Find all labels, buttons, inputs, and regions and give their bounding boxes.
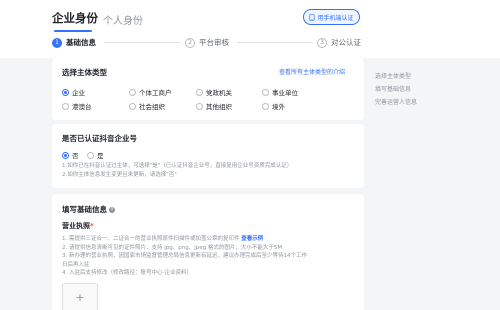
radio-party-government[interactable]: 党政机关 [196,87,232,97]
radio-label: 社会组织 [139,103,165,111]
radio-social-organization[interactable]: 社会组织 [129,101,165,111]
radio-label: 企业 [72,89,85,97]
note-line: 4. 入驻后支持修改（修改路径：账号中心-企业资料） [62,270,192,276]
radio-hk-macau-taiwan[interactable]: 港澳台 [62,101,92,111]
note-line: 2. 请提供信息清晰可见的证件照片，支持 jpg、png、jpeg 格式的图片，… [62,244,283,251]
step-label: 对公认证 [331,38,361,47]
radio-label: 港澳台 [72,103,92,111]
radio-dot [196,88,203,96]
radio-label: 个体工商户 [139,89,172,97]
radio-individual-business[interactable]: 个体工商户 [129,87,172,97]
basic-info-card: 填写基础信息 i 营业执照* 1. 需提供三证合一、二证合一的营业执照原件扫描件或… [52,194,364,310]
business-license-label: 营业执照* [62,221,94,231]
radio-label: 境外 [272,103,285,111]
note-line: 日后再入驻 [62,261,90,268]
radio-dot [62,151,69,159]
radio-dot [196,102,203,110]
side-nav-operator-info[interactable]: 完善运营人信息 [375,97,417,106]
radio-public-institution[interactable]: 事业单位 [262,87,298,97]
radio-dot [129,102,136,110]
certified-account-card: 是否已认证抖音企业号 否 是 1.如你已在抖音认证过主体，可选择"是"（已认证抖… [52,124,364,188]
radio-label: 事业单位 [272,89,298,97]
radio-dot [62,102,69,110]
side-nav-basic-info[interactable]: 填写基础信息 [375,84,411,93]
step-connector [237,42,313,43]
side-nav-subject-type[interactable]: 选择主体类型 [375,71,411,80]
radio-label: 是 [97,152,104,160]
radio-other-organization[interactable]: 其他组织 [196,101,232,111]
active-tab-indicator [54,30,92,32]
step-number: 2 [185,37,195,48]
step-number: 3 [317,37,327,48]
step-corporate-auth: 3 对公认证 [317,37,361,48]
radio-dot [262,88,269,96]
certified-account-title: 是否已认证抖音企业号 [62,134,137,143]
mobile-auth-button[interactable]: 用手机端认证 [303,9,360,25]
phone-icon [309,13,316,21]
subject-type-card: 选择主体类型 查看所有主体类型的介绍 企业 个体工商户 党政机关 事业单位 港澳… [52,58,364,120]
step-number: 1 [52,37,62,48]
radio-label: 其他组织 [206,103,232,111]
basic-info-title: 填写基础信息 i [62,204,115,215]
plus-icon: + [75,290,85,304]
step-basic-info: 1 基础信息 [52,37,96,48]
radio-dot [262,102,269,110]
view-example-link[interactable]: 查看示例 [241,236,263,242]
radio-label: 党政机关 [206,89,232,97]
radio-dot [129,88,136,96]
note-text: 1. 需提供三证合一、二证合一的营业执照原件扫描件或加盖公章的复印件 [62,236,240,242]
business-license-notes: 1. 需提供三证合一、二证合一的营业执照原件扫描件或加盖公章的复印件 查看示例 … [62,235,362,278]
basic-info-title-text: 填写基础信息 [62,205,107,214]
radio-dot [87,151,94,159]
step-label: 平台审核 [199,38,229,47]
note-line: 3. 新办理的营业执照，因国家市场监督管理总局信息更新有延迟，建议办理完成后至少… [62,253,307,259]
radio-overseas[interactable]: 境外 [262,101,285,111]
note-line: 1.如你已在抖音认证过主体，可选择"是"（已认证抖音企业号，直接复用企业号资质完… [62,163,293,169]
subject-type-title: 选择主体类型 [62,68,107,77]
tab-personal-identity[interactable]: 个人身份 [103,12,143,27]
radio-yes[interactable]: 是 [87,150,104,160]
upload-button[interactable]: + [62,283,98,310]
tab-enterprise-identity[interactable]: 企业身份 [52,10,98,26]
business-license-label-text: 营业执照 [62,222,90,230]
radio-dot [62,88,69,96]
info-icon[interactable]: i [109,207,115,213]
note-line: 1. 需提供三证合一、二证合一的营业执照原件扫描件或加盖公章的复印件 查看示例 [62,235,362,244]
required-mark: * [90,222,94,230]
radio-label: 否 [72,152,79,160]
step-connector [104,42,180,43]
header: 企业身份 个人身份 用手机端认证 1 基础信息 2 平台审核 3 对公认证 [0,0,500,58]
radio-enterprise[interactable]: 企业 [62,87,85,97]
note-line: 2.如你主体信息发生变更且未更新，请选择"否" [62,171,177,178]
subject-types-intro-link[interactable]: 查看所有主体类型的介绍 [279,67,345,76]
step-label: 基础信息 [66,38,96,47]
certified-notes: 1.如你已在抖音认证过主体，可选择"是"（已认证抖音企业号，直接复用企业号资质完… [62,162,362,179]
mobile-auth-label: 用手机端认证 [317,14,354,22]
step-platform-review: 2 平台审核 [185,37,229,48]
radio-no[interactable]: 否 [62,150,79,160]
